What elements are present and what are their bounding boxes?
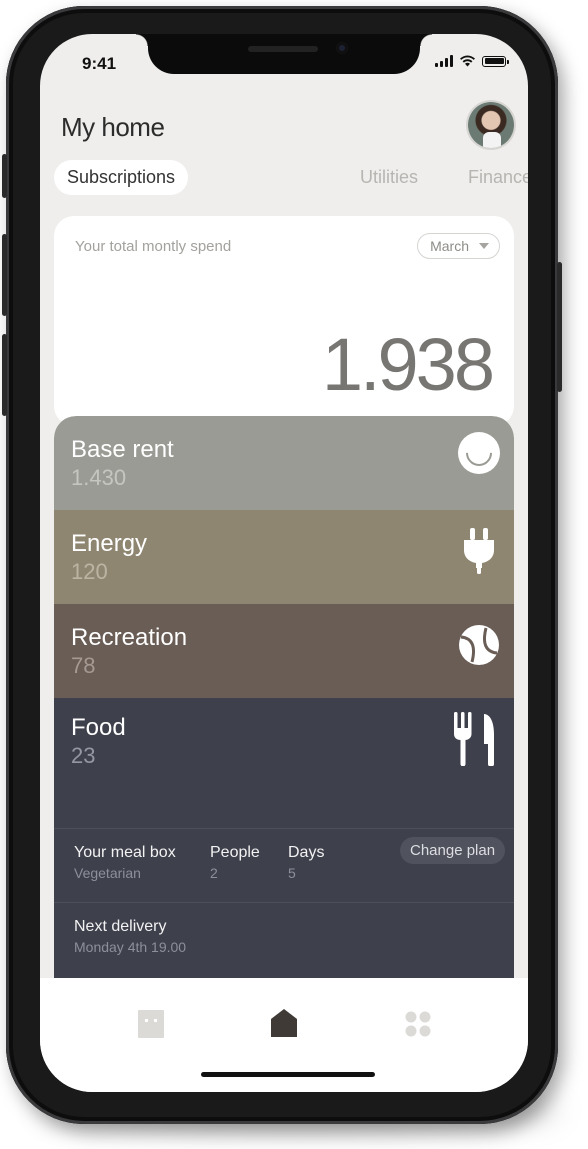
people-label: People [210,844,260,861]
grid-icon[interactable] [405,1011,431,1037]
month-dropdown[interactable]: March [417,233,500,259]
mute-switch [2,154,7,198]
speaker [248,46,318,52]
meal-box-label: Your meal box [74,844,176,861]
page-title: My home [61,112,165,142]
meal-box-value: Vegetarian [74,865,141,881]
category-amount: 120 [71,559,108,584]
volume-up-button [2,234,7,316]
fork-knife-icon [454,712,494,766]
notch [136,34,432,74]
home-indicator[interactable] [201,1072,375,1077]
spend-label: Your total montly spend [75,238,232,255]
next-delivery-label: Next delivery [74,918,167,935]
days-label: Days [288,844,325,861]
next-delivery-value: Monday 4th 19.00 [74,939,187,955]
people-value: 2 [210,865,218,881]
category-name: Energy [71,530,148,557]
change-plan-button[interactable]: Change plan [400,837,506,864]
power-button [557,262,562,392]
days-value: 5 [288,865,296,881]
status-icons [435,55,509,67]
avatar[interactable] [468,102,514,148]
category-name: Food [71,714,126,741]
volume-down-button [2,334,7,416]
tab-subscriptions[interactable]: Subscriptions [54,160,189,195]
category-card-food[interactable]: Food 23 Your meal box Vegetarian People … [54,698,514,1016]
category-name: Recreation [71,624,188,651]
category-name: Base rent [71,436,174,463]
home-icon[interactable] [270,1008,298,1038]
tennis-ball-icon [459,625,499,665]
category-amount: 78 [71,653,96,678]
devices-icon[interactable] [138,1010,164,1038]
divider [54,902,514,903]
cellular-signal-icon [435,55,453,67]
plug-icon [464,528,494,574]
status-time: 9:41 [82,54,117,73]
app-screen: 9:41 My home Subscriptions Utilities Fin… [40,34,528,1092]
divider [54,828,514,829]
category-amount: 1.430 [71,465,127,490]
total-spend-value: 1.938 [321,323,495,406]
front-camera [336,42,348,54]
category-card-recreation[interactable]: Recreation 78 [54,604,514,700]
category-stack: Base rent 1.430 Energy 120 Recreation 78 [54,416,514,1016]
battery-icon [482,55,509,67]
tab-utilities[interactable]: Utilities [360,167,418,188]
category-card-energy[interactable]: Energy 120 [54,510,514,606]
wifi-icon [460,55,475,67]
smile-icon [458,432,500,474]
tab-finance[interactable]: Finance [468,167,528,188]
monthly-spend-card: Your total montly spend March 1.938 [54,216,514,426]
category-amount: 23 [71,743,96,768]
